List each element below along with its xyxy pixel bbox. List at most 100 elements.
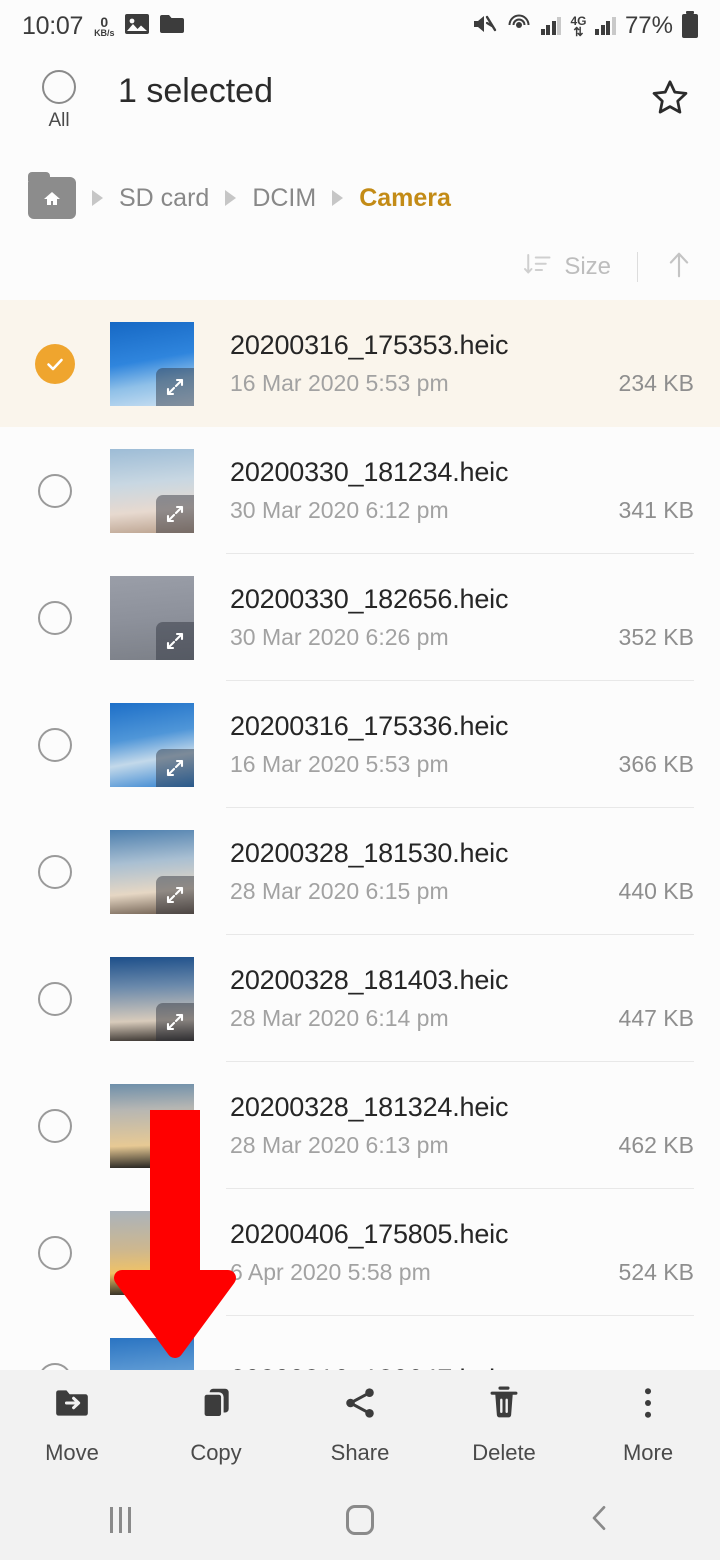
arrow-up-icon[interactable] [664, 248, 694, 287]
network-speed-value: 0 [100, 13, 109, 30]
file-thumbnail[interactable] [110, 702, 194, 787]
file-subline: 28 Mar 2020 6:14 pm 447 KB [230, 1005, 694, 1032]
table-row[interactable]: 20200330_181234.heic 30 Mar 2020 6:12 pm… [0, 427, 720, 554]
breadcrumb-separator-icon [92, 190, 103, 206]
row-checkbox[interactable] [0, 981, 110, 1016]
file-meta: 20200328_181324.heic 28 Mar 2020 6:13 pm… [230, 1092, 694, 1159]
sort-divider [637, 252, 638, 282]
expand-thumbnail-icon[interactable] [156, 621, 194, 660]
home-nav-icon[interactable] [346, 1505, 374, 1535]
sort-by-label[interactable]: Size [564, 253, 611, 281]
share-button[interactable]: Share [288, 1384, 432, 1466]
unchecked-circle-icon[interactable] [38, 981, 72, 1016]
home-folder-icon[interactable] [28, 172, 76, 219]
signal-icon [540, 17, 562, 35]
file-thumbnail[interactable] [110, 956, 194, 1041]
file-subline: 28 Mar 2020 6:15 pm 440 KB [230, 878, 694, 905]
breadcrumb-item-sd-card[interactable]: SD card [119, 184, 209, 213]
file-subline: 30 Mar 2020 6:26 pm 352 KB [230, 624, 694, 651]
file-size: 352 KB [618, 624, 694, 650]
file-thumbnail[interactable] [110, 1083, 194, 1168]
row-checkbox[interactable] [0, 727, 110, 762]
file-meta: 20200406_175805.heic 6 Apr 2020 5:58 pm … [230, 1219, 694, 1286]
expand-thumbnail-icon[interactable] [156, 1002, 194, 1041]
delete-button[interactable]: Delete [432, 1384, 576, 1466]
row-checkbox[interactable] [0, 343, 110, 384]
breadcrumb-separator-icon [332, 190, 344, 206]
table-row[interactable]: 20200328_181530.heic 28 Mar 2020 6:15 pm… [0, 808, 720, 935]
expand-thumbnail-icon[interactable] [156, 367, 194, 406]
file-subline: 6 Apr 2020 5:58 pm 524 KB [230, 1259, 694, 1286]
row-checkbox[interactable] [0, 600, 110, 635]
table-row[interactable]: 20200330_182656.heic 30 Mar 2020 6:26 pm… [0, 554, 720, 681]
file-meta: 20200328_181403.heic 28 Mar 2020 6:14 pm… [230, 965, 694, 1032]
signal-icon-2 [595, 17, 616, 35]
select-all-label: All [48, 110, 70, 131]
unchecked-circle-icon[interactable] [38, 600, 72, 635]
4g-data-icon: 4G ⇅ [570, 13, 587, 39]
network-speed-unit: KB/s [94, 27, 115, 38]
file-date: 16 Mar 2020 5:53 pm [230, 370, 449, 396]
expand-thumbnail-icon[interactable] [156, 494, 194, 533]
file-subline: 16 Mar 2020 5:53 pm 234 KB [230, 370, 694, 397]
file-list: 20200316_175353.heic 16 Mar 2020 5:53 pm… [0, 300, 720, 1443]
expand-thumbnail-icon[interactable] [156, 1129, 194, 1168]
file-thumbnail[interactable] [110, 321, 194, 406]
check-circle-icon[interactable] [35, 343, 75, 384]
unchecked-circle-icon[interactable] [38, 727, 72, 762]
table-row[interactable]: 20200406_175805.heic 6 Apr 2020 5:58 pm … [0, 1189, 720, 1316]
file-name: 20200316_175336.heic [230, 711, 509, 741]
file-thumbnail[interactable] [110, 448, 194, 533]
unchecked-circle-icon[interactable] [38, 1235, 72, 1270]
star-outline-icon [652, 80, 688, 114]
file-name: 20200328_181530.heic [230, 838, 509, 868]
file-size: 234 KB [618, 370, 694, 396]
file-thumbnail[interactable] [110, 575, 194, 660]
table-row[interactable]: 20200316_175353.heic 16 Mar 2020 5:53 pm… [0, 300, 720, 427]
more-vertical-icon [629, 1384, 667, 1427]
unchecked-circle-icon[interactable] [38, 854, 72, 889]
status-bar: 10:07 0 KB/s 4G ⇅ 77% [0, 0, 720, 52]
file-size: 447 KB [618, 1005, 694, 1031]
unchecked-circle-icon[interactable] [38, 473, 72, 508]
file-name: 20200330_182656.heic [230, 584, 509, 614]
sort-bar: Size [0, 234, 720, 300]
unchecked-circle-icon[interactable] [38, 1108, 72, 1143]
sort-descending-icon[interactable] [522, 250, 552, 285]
file-thumbnail[interactable] [110, 1210, 194, 1295]
move-button[interactable]: Move [0, 1384, 144, 1466]
expand-thumbnail-icon[interactable] [156, 875, 194, 914]
more-button[interactable]: More [576, 1384, 720, 1466]
back-chevron-icon[interactable] [584, 1502, 616, 1539]
breadcrumb-item-dcim[interactable]: DCIM [252, 184, 316, 213]
row-checkbox[interactable] [0, 1108, 110, 1143]
file-subline: 16 Mar 2020 5:53 pm 366 KB [230, 751, 694, 778]
selection-action-toolbar: Move Copy Share Delete More [0, 1370, 720, 1480]
file-size: 440 KB [618, 878, 694, 904]
expand-thumbnail-icon[interactable] [156, 748, 194, 787]
table-row[interactable]: 20200316_175336.heic 16 Mar 2020 5:53 pm… [0, 681, 720, 808]
file-meta: 20200316_175353.heic 16 Mar 2020 5:53 pm… [230, 330, 694, 397]
network-speed-indicator: 0 KB/s [94, 15, 115, 38]
select-all-checkbox-icon[interactable] [42, 70, 76, 104]
copy-button[interactable]: Copy [144, 1384, 288, 1466]
breadcrumb-item-camera[interactable]: Camera [359, 184, 451, 213]
expand-thumbnail-icon[interactable] [156, 1256, 194, 1295]
row-checkbox[interactable] [0, 473, 110, 508]
share-label: Share [330, 1440, 390, 1465]
row-checkbox[interactable] [0, 854, 110, 889]
favorite-button[interactable] [648, 76, 692, 125]
row-checkbox[interactable] [0, 1235, 110, 1270]
table-row[interactable]: 20200328_181324.heic 28 Mar 2020 6:13 pm… [0, 1062, 720, 1189]
file-meta: 20200316_175336.heic 16 Mar 2020 5:53 pm… [230, 711, 694, 778]
recents-icon[interactable] [109, 1507, 131, 1533]
home-button[interactable] [240, 1505, 480, 1535]
recents-button[interactable] [0, 1507, 240, 1533]
table-row[interactable]: 20200328_181403.heic 28 Mar 2020 6:14 pm… [0, 935, 720, 1062]
file-thumbnail[interactable] [110, 829, 194, 914]
back-button[interactable] [480, 1502, 720, 1539]
file-size: 341 KB [618, 497, 694, 523]
select-all-button[interactable]: All [28, 66, 90, 132]
file-size: 366 KB [618, 751, 694, 777]
breadcrumb-separator-icon [225, 190, 237, 206]
